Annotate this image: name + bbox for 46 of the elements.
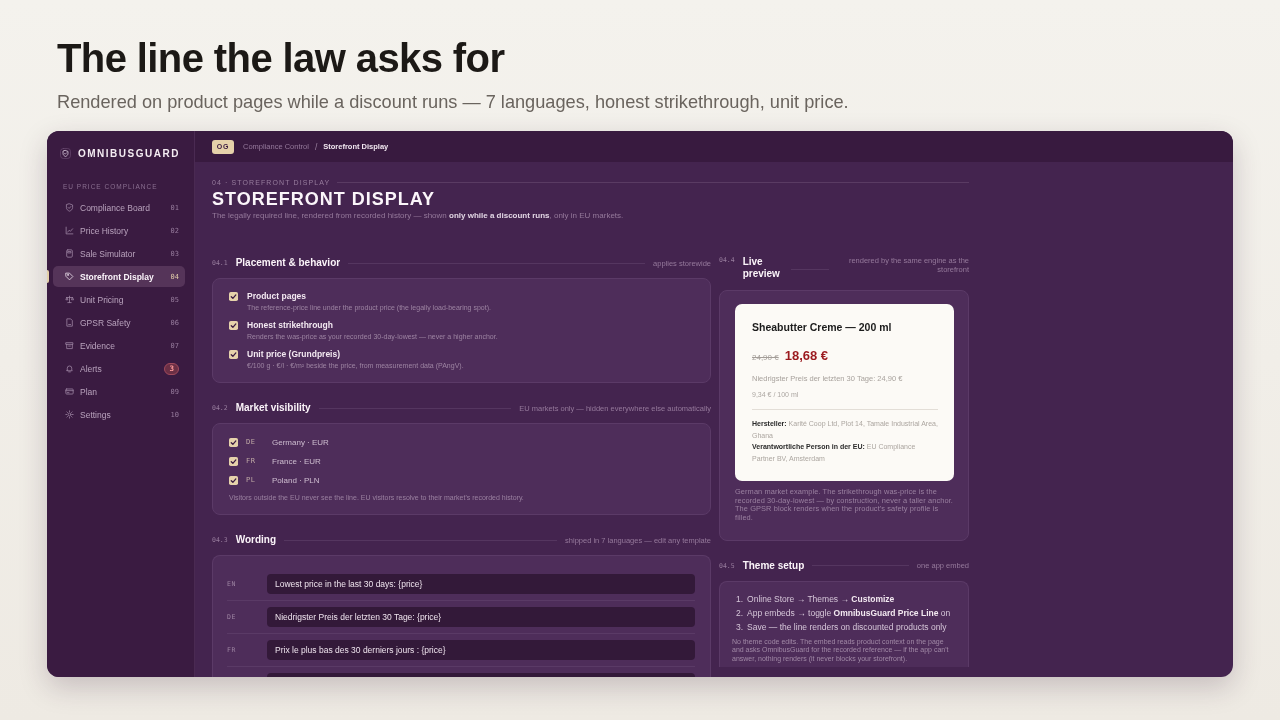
archive-box-icon bbox=[65, 341, 74, 350]
section-title: Wording bbox=[235, 534, 277, 546]
page-heading: STOREFRONT DISPLAY bbox=[212, 188, 437, 210]
shield-icon bbox=[60, 147, 71, 159]
checkbox[interactable] bbox=[229, 320, 238, 330]
section-title: Market visibility bbox=[235, 402, 311, 414]
step-text: Save — the line renders on discounted products only bbox=[747, 620, 947, 634]
page-subtitle: Rendered on product pages while a discount runs — 7 languages, honest strikethrough, unit price. bbox=[57, 91, 850, 113]
brand-name: OMNIBUSGUARD bbox=[78, 147, 180, 159]
credit-card-icon bbox=[65, 387, 74, 396]
tag-icon bbox=[65, 272, 74, 281]
checkbox[interactable] bbox=[229, 475, 238, 485]
step-text: App embeds → toggle OmnibusGuard Price Line on bbox=[747, 606, 951, 620]
shield-check-icon bbox=[65, 203, 74, 212]
product-title: Sheabutter Creme — 200 ml bbox=[752, 321, 893, 333]
template-field[interactable]: Prix le plus bas des 30 derniers jours : {price} bbox=[267, 640, 695, 660]
checkbox[interactable] bbox=[229, 456, 238, 466]
checkbox[interactable] bbox=[229, 349, 238, 359]
sale-price: 18,68 € bbox=[784, 348, 829, 363]
step-number: 3. bbox=[736, 620, 744, 634]
breadcrumb-separator: / bbox=[314, 141, 318, 152]
document-icon bbox=[65, 318, 74, 327]
step-text: Online Store → Themes → Customize bbox=[747, 592, 895, 606]
section-title: Theme setup bbox=[742, 559, 805, 572]
option-title: Honest strikethrough bbox=[247, 319, 334, 331]
step-number: 1. bbox=[736, 592, 744, 606]
template-field[interactable]: Lowest price in the last 30 days: {price} bbox=[267, 574, 695, 594]
checkbox[interactable] bbox=[229, 291, 238, 301]
option-title: Product pages bbox=[247, 290, 308, 302]
market-name: France · EUR bbox=[272, 456, 321, 466]
bell-icon bbox=[65, 364, 74, 373]
line-chart-icon bbox=[65, 226, 74, 235]
page-title: The line the law asks for bbox=[57, 35, 506, 82]
section-title: Placement & behavior bbox=[235, 257, 341, 269]
checkbox[interactable] bbox=[229, 437, 238, 447]
step-number: 2. bbox=[736, 606, 744, 620]
was-price: 24,90 € bbox=[752, 353, 779, 362]
market-name: Poland · PLN bbox=[272, 475, 320, 485]
section-title: Live preview bbox=[742, 256, 781, 280]
market-name: Germany · EUR bbox=[272, 437, 329, 447]
template-field[interactable]: Niedrigster Preis der letzten 30 Tage: {price} bbox=[267, 607, 695, 627]
scale-icon bbox=[65, 295, 74, 304]
calculator-icon bbox=[65, 249, 74, 258]
option-title: Unit price (Grundpreis) bbox=[247, 348, 342, 360]
settings-icon bbox=[65, 410, 74, 419]
page-description: The legally required line, rendered from recorded history — shown only while a discount runs, only in EU markets. bbox=[212, 210, 625, 222]
